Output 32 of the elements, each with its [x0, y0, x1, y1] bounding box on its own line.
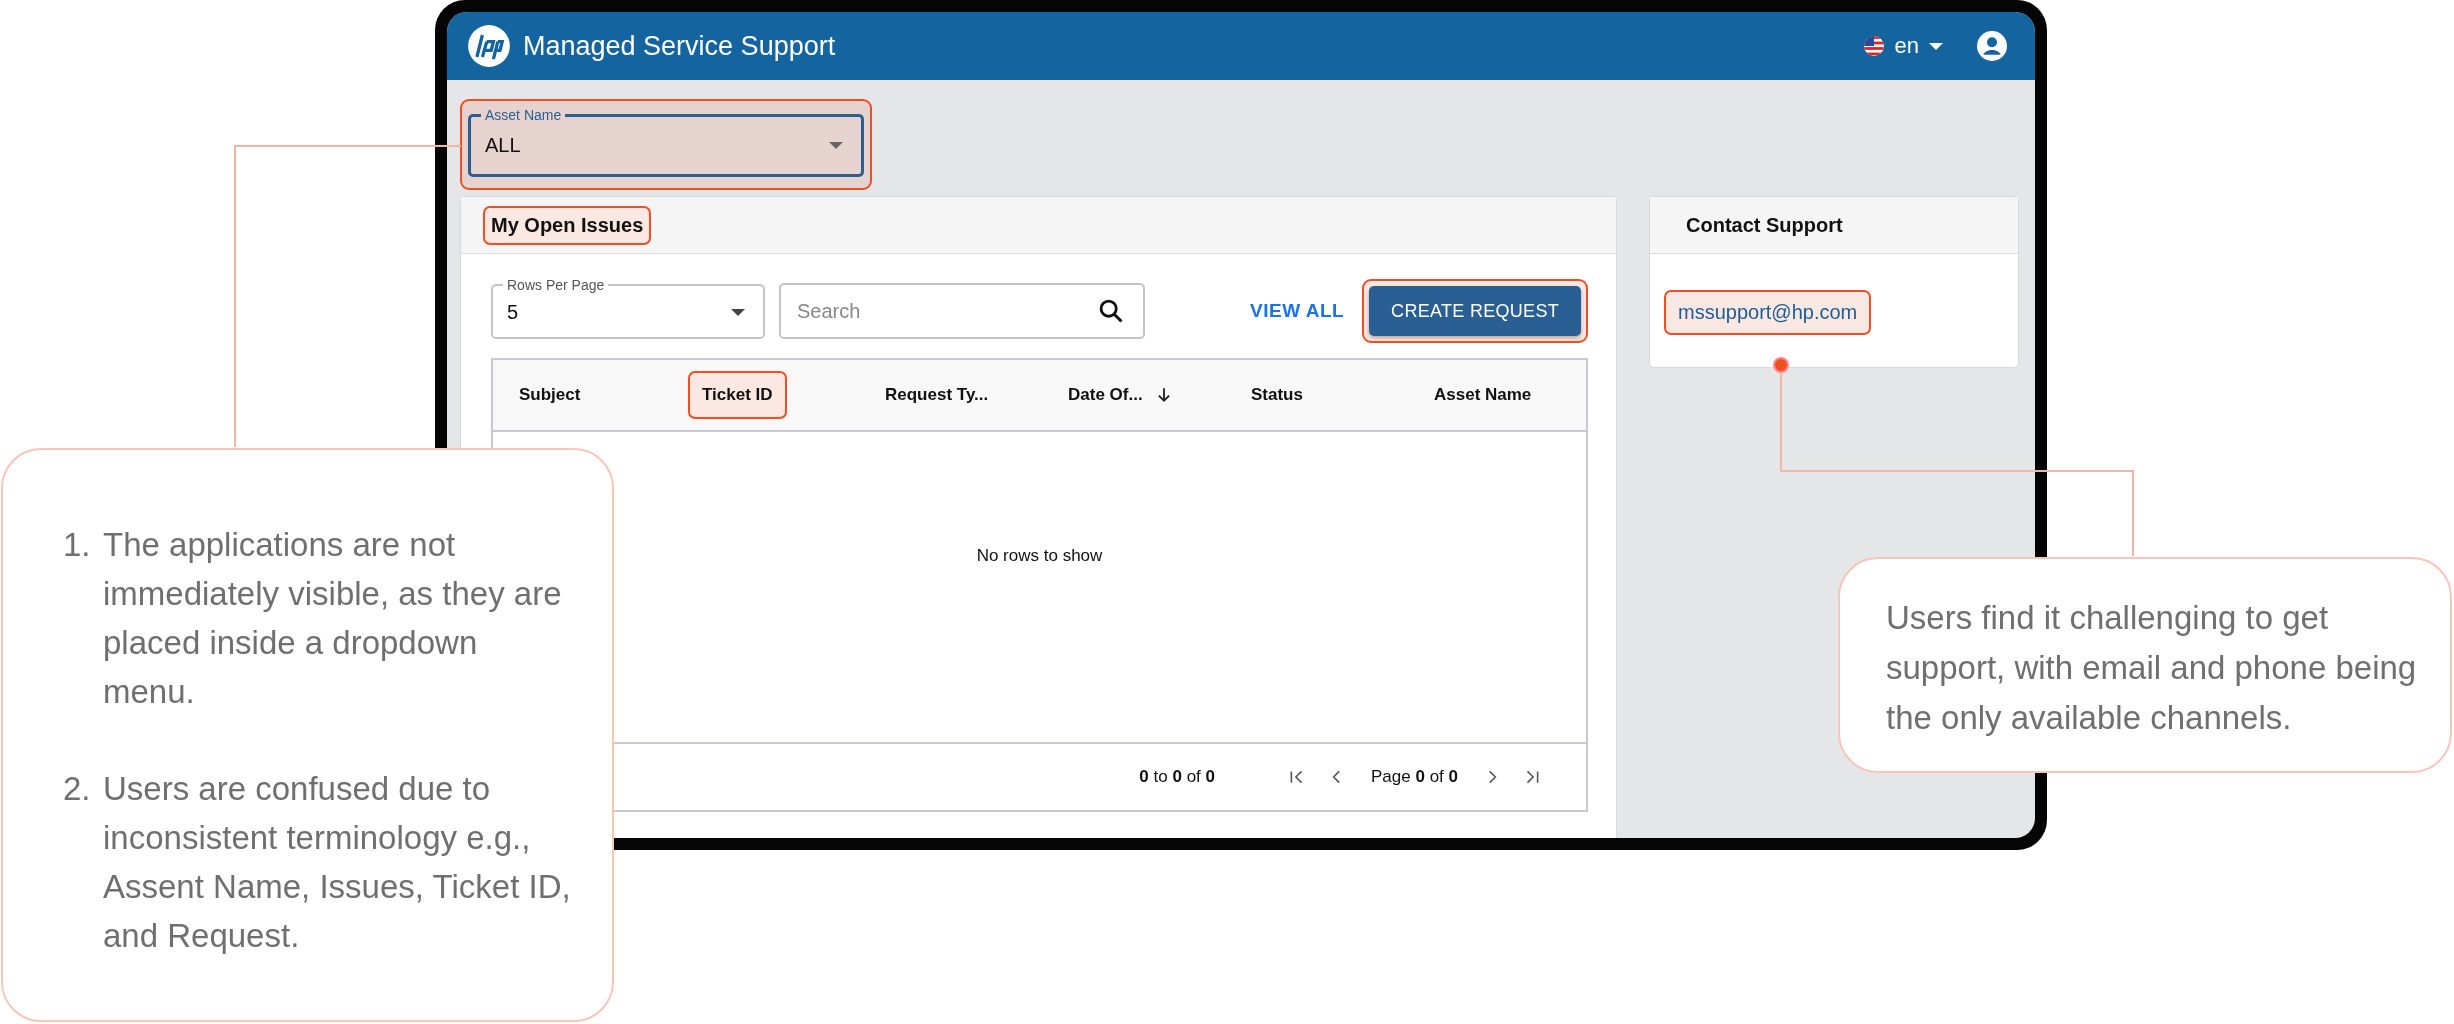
empty-message: No rows to show — [976, 546, 1103, 567]
list-number: 1. — [63, 525, 92, 565]
search-icon — [1097, 297, 1125, 325]
flag-icon — [1862, 35, 1885, 57]
column-header[interactable]: Ticket ID — [688, 371, 787, 419]
email-link[interactable]: mssupport@hp.com — [1664, 290, 1872, 335]
annotation-text: Users find it challenging to get support, with email and phone being the only available channels. — [1886, 599, 2417, 736]
column-header[interactable]: Asset Name — [1420, 371, 1546, 419]
search-field[interactable]: Search — [779, 283, 1145, 339]
caret-icon — [829, 142, 843, 149]
create-request-button[interactable]: CREATE REQUEST — [1369, 286, 1581, 336]
page-indicator: Page 0 of 0 — [1371, 767, 1458, 787]
caret-icon — [1929, 42, 1943, 50]
card-title: Contact Support — [1685, 212, 1844, 238]
list-number: 2. — [63, 769, 92, 809]
account-icon[interactable] — [1977, 31, 2007, 61]
language-dropdown[interactable]: en — [1858, 29, 1947, 63]
view-all-link[interactable]: VIEW ALL — [1250, 300, 1345, 322]
arrow-down-icon — [1156, 387, 1171, 403]
rows-per-page-select[interactable]: Rows Per Page 5 — [491, 277, 765, 339]
caret-icon — [731, 308, 745, 316]
column-header[interactable]: Status — [1237, 371, 1317, 419]
column-header[interactable]: Date Of... — [1054, 371, 1185, 419]
asset-name-select[interactable]: Asset Name ALL — [468, 107, 864, 177]
annotation-text: The applications are not immediately visible, as they are placed inside a dropdown menu. — [103, 525, 563, 712]
column-header[interactable]: Request Ty... — [871, 371, 1003, 419]
card-title: My Open Issues — [483, 205, 652, 245]
logo-icon — [467, 24, 511, 68]
app-title: Managed Service Support — [523, 30, 836, 62]
row-count: 0 to 0 of 0 — [1139, 767, 1215, 787]
annotation-text: Users are confused due to inconsistent terminology e.g., Assent Name, Issues, Ticket ID, and Request. — [103, 769, 572, 956]
column-header[interactable]: Subject — [505, 371, 595, 419]
